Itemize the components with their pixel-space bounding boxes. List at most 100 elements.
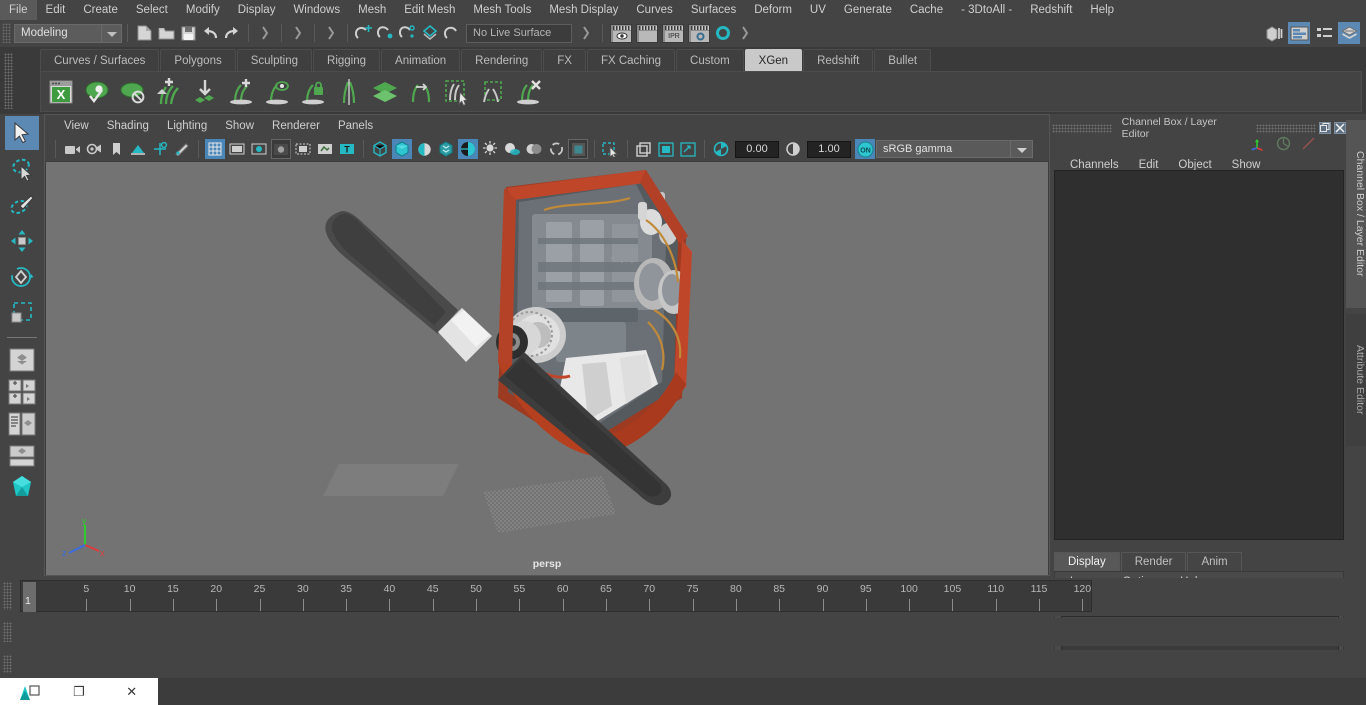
maya-logo-icon[interactable]	[6, 473, 38, 503]
use-all-lights-icon[interactable]	[480, 139, 500, 159]
3d-viewport[interactable]: y x z persp	[46, 162, 1048, 575]
render-settings-icon[interactable]	[688, 23, 710, 43]
menu-select[interactable]: Select	[127, 0, 177, 20]
exposure-icon[interactable]	[711, 139, 731, 159]
status-line-grip[interactable]	[2, 23, 11, 43]
film-origin-icon[interactable]	[293, 139, 313, 159]
shelf-tab-sculpting[interactable]: Sculpting	[236, 49, 313, 71]
snap-to-projected-center-icon[interactable]	[420, 23, 440, 43]
snap-to-grid-icon[interactable]	[354, 23, 374, 43]
rotate-tool[interactable]	[5, 260, 39, 294]
menu-edit-mesh[interactable]: Edit Mesh	[395, 0, 464, 20]
select-by-component-icon[interactable]	[321, 23, 341, 43]
live-surface-field[interactable]: No Live Surface	[466, 23, 572, 43]
hypershade-icon[interactable]	[712, 23, 734, 43]
lock-guides-icon[interactable]	[296, 75, 330, 109]
isolate-select-icon[interactable]	[601, 139, 621, 159]
close-icon[interactable]	[1334, 122, 1347, 134]
shelf-tab-rendering[interactable]: Rendering	[461, 49, 543, 71]
paint-select-tool[interactable]	[5, 188, 39, 222]
bookmark-icon[interactable]	[106, 139, 126, 159]
grid-toggle-icon[interactable]	[205, 139, 225, 159]
film-gate-icon[interactable]	[227, 139, 247, 159]
viewport-menu-show[interactable]: Show	[216, 116, 263, 136]
use-default-material-icon[interactable]	[436, 139, 456, 159]
screen-space-ao-icon[interactable]	[524, 139, 544, 159]
select-by-hierarchy-icon[interactable]	[255, 23, 275, 43]
menu-modify[interactable]: Modify	[177, 0, 229, 20]
select-guides-region-icon[interactable]	[440, 75, 474, 109]
mirror-guides-icon[interactable]	[332, 75, 366, 109]
two-d-pan-zoom-icon[interactable]	[150, 139, 170, 159]
viewport-menu-shading[interactable]: Shading	[98, 116, 158, 136]
convert-to-interactive-icon[interactable]	[188, 75, 222, 109]
layer-tab-anim[interactable]: Anim	[1187, 552, 1242, 571]
title-safe-icon[interactable]: T	[337, 139, 357, 159]
add-groomable-splines-icon[interactable]	[224, 75, 258, 109]
menu-help[interactable]: Help	[1081, 0, 1123, 20]
shelf-tab-fx[interactable]: FX	[543, 49, 586, 71]
gamma-value-field[interactable]: 1.00	[807, 140, 851, 158]
menu-curves[interactable]: Curves	[627, 0, 681, 20]
color-management-field[interactable]: sRGB gamma	[876, 140, 1011, 158]
density-layer-icon[interactable]	[368, 75, 402, 109]
save-scene-icon[interactable]	[178, 23, 198, 43]
xgen-editor-icon[interactable]	[1338, 22, 1360, 44]
shelf-tab-animation[interactable]: Animation	[381, 49, 461, 71]
outliner-persp-layout-icon[interactable]	[6, 409, 38, 439]
redo-icon[interactable]	[222, 23, 242, 43]
menu-file[interactable]: File	[0, 0, 37, 20]
menu-3dtoall[interactable]: - 3DtoAll -	[952, 0, 1021, 20]
symmetry-icon[interactable]	[1301, 136, 1316, 154]
command-line-grip[interactable]	[3, 655, 12, 673]
motion-blur-icon[interactable]	[546, 139, 566, 159]
show-manipulator-icon[interactable]	[1249, 136, 1266, 154]
modeling-toolkit-icon[interactable]	[1263, 22, 1285, 44]
scale-tool[interactable]	[5, 296, 39, 330]
menu-mesh-display[interactable]: Mesh Display	[540, 0, 627, 20]
xray-icon[interactable]	[634, 139, 654, 159]
app-restore-icon[interactable]	[0, 678, 53, 705]
menu-windows[interactable]: Windows	[284, 0, 349, 20]
gate-mask-icon[interactable]	[271, 139, 291, 159]
snap-to-view-plane-icon[interactable]	[442, 23, 462, 43]
select-by-object-icon[interactable]	[288, 23, 308, 43]
transfer-groom-icon[interactable]	[404, 75, 438, 109]
menu-create[interactable]: Create	[74, 0, 127, 20]
select-tool[interactable]	[5, 116, 39, 150]
shaded-wireframe-icon[interactable]	[414, 139, 434, 159]
move-tool[interactable]	[5, 224, 39, 258]
open-scene-icon[interactable]	[156, 23, 176, 43]
menu-surfaces[interactable]: Surfaces	[682, 0, 745, 20]
menu-generate[interactable]: Generate	[835, 0, 901, 20]
textured-icon[interactable]	[458, 139, 478, 159]
multisample-aa-icon[interactable]	[568, 139, 588, 159]
soft-select-icon[interactable]	[1276, 136, 1291, 154]
undo-icon[interactable]	[200, 23, 220, 43]
new-scene-icon[interactable]	[134, 23, 154, 43]
color-management-dropdown-arrow[interactable]	[1011, 140, 1033, 158]
menu-edit[interactable]: Edit	[37, 0, 75, 20]
menu-deform[interactable]: Deform	[745, 0, 801, 20]
shelf-tab-custom[interactable]: Custom	[676, 49, 744, 71]
viewport-menu-panels[interactable]: Panels	[329, 116, 382, 136]
show-hide-guides-icon[interactable]	[260, 75, 294, 109]
attribute-editor-icon[interactable]	[1288, 22, 1310, 44]
render-current-frame-icon[interactable]	[610, 23, 632, 43]
range-slider-grip[interactable]	[3, 622, 12, 642]
side-tab-attribute-editor[interactable]: Attribute Editor	[1346, 314, 1366, 446]
viewport-menu-renderer[interactable]: Renderer	[263, 116, 329, 136]
guide-region-box-icon[interactable]	[476, 75, 510, 109]
safe-action-icon[interactable]	[315, 139, 335, 159]
menu-set-selector[interactable]: Modeling	[14, 23, 102, 43]
panel-drag-dots-left[interactable]	[1052, 123, 1112, 133]
exposure-value-field[interactable]: 0.00	[735, 140, 779, 158]
menu-set-dropdown-arrow[interactable]	[102, 23, 122, 43]
shelf-tab-polygons[interactable]: Polygons	[160, 49, 236, 71]
app-close-icon[interactable]: ✕	[105, 678, 158, 705]
menu-cache[interactable]: Cache	[901, 0, 952, 20]
menu-display[interactable]: Display	[229, 0, 285, 20]
side-tab-channel-box[interactable]: Channel Box / Layer Editor	[1346, 120, 1366, 308]
persp-graph-layout-icon[interactable]	[6, 441, 38, 471]
time-slider-ruler[interactable]: 1 5 10 15 20 25 30 35 40 45 50 55 60 65 70 75 80 85 90 95 1…	[20, 580, 1092, 612]
